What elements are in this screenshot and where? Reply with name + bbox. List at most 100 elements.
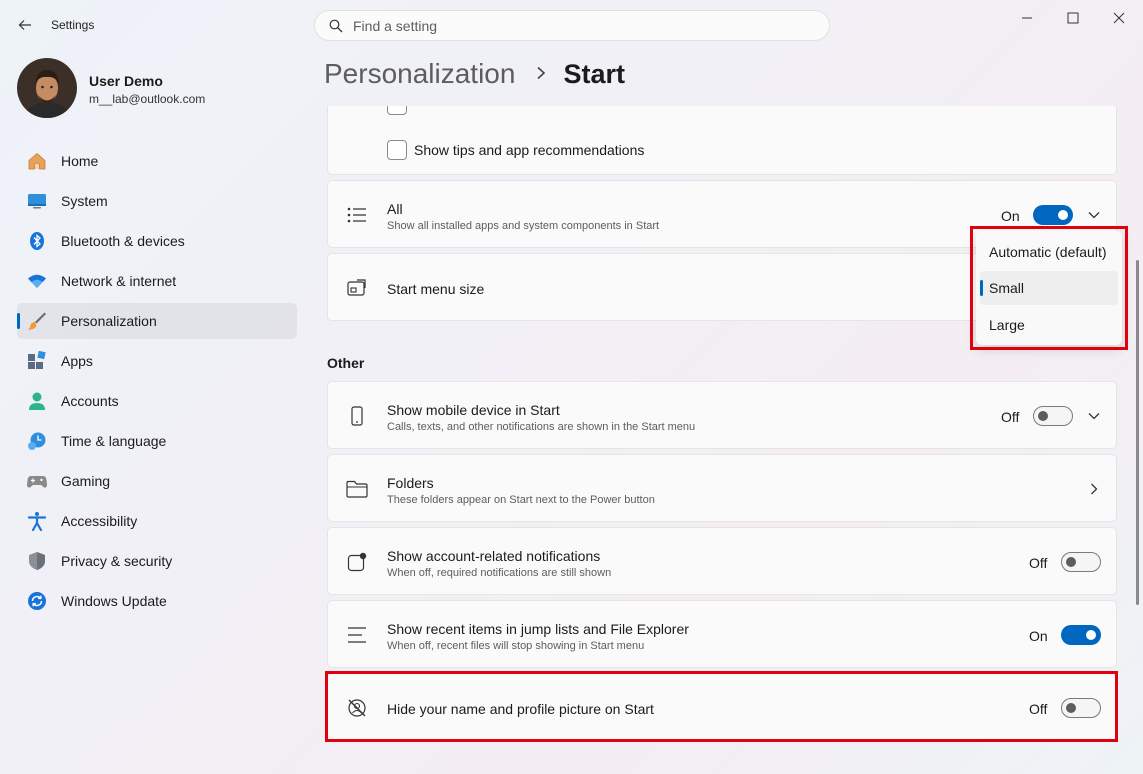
sidebar-item-label: Network & internet	[61, 273, 177, 289]
hide-profile-toggle[interactable]	[1061, 698, 1101, 718]
all-apps-toggle[interactable]	[1033, 205, 1073, 225]
account-notifications-state: Off	[1029, 555, 1048, 571]
search-icon	[329, 19, 343, 32]
notification-badge-icon	[346, 551, 368, 573]
account-notifications-row[interactable]: Show account-related notifications When …	[327, 527, 1117, 595]
sidebar-item-bluetooth[interactable]: Bluetooth & devices	[17, 223, 297, 259]
hide-profile-icon	[346, 697, 368, 719]
apps-icon	[27, 351, 47, 371]
sidebar-item-windows-update[interactable]: Windows Update	[17, 583, 297, 619]
sidebar-item-privacy[interactable]: Privacy & security	[17, 543, 297, 579]
partial-checkbox[interactable]	[387, 106, 407, 115]
chevron-down-icon[interactable]	[1084, 406, 1104, 426]
system-icon	[27, 191, 47, 211]
back-button[interactable]	[12, 12, 38, 38]
menu-size-dropdown[interactable]: Automatic (default) Small Large	[976, 231, 1122, 345]
sidebar-item-label: Windows Update	[61, 593, 167, 609]
sidebar-item-label: Gaming	[61, 473, 111, 489]
gamepad-icon	[27, 471, 47, 491]
search-input[interactable]	[353, 17, 793, 34]
app-title: Settings	[51, 18, 95, 32]
user-name: User Demo	[89, 73, 163, 89]
chevron-right-icon[interactable]	[1084, 479, 1104, 499]
recent-items-row[interactable]: Show recent items in jump lists and File…	[327, 600, 1117, 668]
recent-items-state: On	[1029, 628, 1048, 644]
recent-items-subtitle: When off, recent files will stop showing…	[387, 640, 645, 652]
title-bar: Settings	[0, 0, 1143, 50]
bluetooth-icon	[27, 231, 47, 251]
hide-profile-row[interactable]: Hide your name and profile picture on St…	[327, 673, 1117, 741]
mobile-device-subtitle: Calls, texts, and other notifications ar…	[387, 421, 696, 433]
chevron-down-icon[interactable]	[1084, 205, 1104, 225]
mobile-device-row[interactable]: Show mobile device in Start Calls, texts…	[327, 381, 1117, 449]
avatar[interactable]	[17, 58, 77, 118]
home-icon	[27, 151, 47, 171]
breadcrumb: Personalization Start	[324, 58, 625, 90]
all-apps-subtitle: Show all installed apps and system compo…	[387, 220, 660, 232]
clock-globe-icon	[27, 431, 47, 451]
settings-content: Show tips and app recommendations All Sh…	[327, 106, 1119, 774]
minimize-button[interactable]	[1004, 4, 1050, 32]
close-icon	[1113, 12, 1125, 24]
sidebar: User Demo m__lab@outlook.com Home System…	[0, 50, 310, 774]
sidebar-item-personalization[interactable]: Personalization	[17, 303, 297, 339]
sidebar-item-time-language[interactable]: Time & language	[17, 423, 297, 459]
dropdown-option-large[interactable]: Large	[980, 308, 1118, 342]
mobile-device-toggle[interactable]	[1033, 406, 1073, 426]
folders-row[interactable]: Folders These folders appear on Start ne…	[327, 454, 1117, 522]
folder-icon	[346, 478, 368, 500]
recommendations-card: Show tips and app recommendations	[327, 106, 1117, 175]
all-apps-title: All	[387, 201, 403, 217]
all-apps-state: On	[1001, 208, 1020, 224]
sidebar-item-network[interactable]: Network & internet	[17, 263, 297, 299]
folders-title: Folders	[387, 475, 434, 491]
account-notifications-toggle[interactable]	[1061, 552, 1101, 572]
close-button[interactable]	[1096, 4, 1142, 32]
search-box[interactable]	[314, 10, 830, 41]
sidebar-item-label: Personalization	[61, 313, 157, 329]
sidebar-item-label: Bluetooth & devices	[61, 233, 185, 249]
sidebar-item-label: System	[61, 193, 108, 209]
sidebar-item-label: Apps	[61, 353, 93, 369]
chevron-right-icon	[535, 63, 547, 86]
update-icon	[27, 591, 47, 611]
account-notifications-title: Show account-related notifications	[387, 548, 601, 564]
tips-checkbox[interactable]	[387, 140, 407, 160]
sidebar-item-label: Accounts	[61, 393, 119, 409]
phone-icon	[346, 405, 368, 427]
nav-list: Home System Bluetooth & devices Network …	[17, 143, 297, 623]
user-email: m__lab@outlook.com	[89, 92, 206, 106]
folders-subtitle: These folders appear on Start next to th…	[387, 494, 655, 506]
start-menu-size-title: Start menu size	[387, 281, 485, 297]
recent-list-icon	[346, 624, 368, 646]
mobile-device-title: Show mobile device in Start	[387, 402, 560, 418]
hide-profile-state: Off	[1029, 701, 1048, 717]
minimize-icon	[1022, 17, 1032, 19]
page-title: Start	[563, 58, 625, 89]
sidebar-item-accounts[interactable]: Accounts	[17, 383, 297, 419]
dropdown-option-small[interactable]: Small	[980, 271, 1118, 305]
shield-icon	[27, 551, 47, 571]
scrollbar[interactable]	[1136, 260, 1139, 605]
recent-items-title: Show recent items in jump lists and File…	[387, 621, 689, 637]
sidebar-item-gaming[interactable]: Gaming	[17, 463, 297, 499]
sidebar-item-apps[interactable]: Apps	[17, 343, 297, 379]
sidebar-item-home[interactable]: Home	[17, 143, 297, 179]
list-icon	[346, 204, 368, 226]
recent-items-toggle[interactable]	[1061, 625, 1101, 645]
resize-icon	[346, 277, 368, 299]
sidebar-item-accessibility[interactable]: Accessibility	[17, 503, 297, 539]
accessibility-icon	[27, 511, 47, 531]
back-arrow-icon	[18, 20, 31, 30]
wifi-icon	[27, 271, 47, 291]
dropdown-option-automatic[interactable]: Automatic (default)	[980, 235, 1118, 269]
sidebar-item-label: Accessibility	[61, 513, 138, 529]
sidebar-item-label: Time & language	[61, 433, 167, 449]
maximize-icon	[1067, 12, 1079, 24]
breadcrumb-parent[interactable]: Personalization	[324, 58, 515, 90]
sidebar-item-label: Privacy & security	[61, 553, 173, 569]
sidebar-item-system[interactable]: System	[17, 183, 297, 219]
maximize-button[interactable]	[1050, 4, 1096, 32]
mobile-device-state: Off	[1001, 409, 1020, 425]
sidebar-item-label: Home	[61, 153, 99, 169]
